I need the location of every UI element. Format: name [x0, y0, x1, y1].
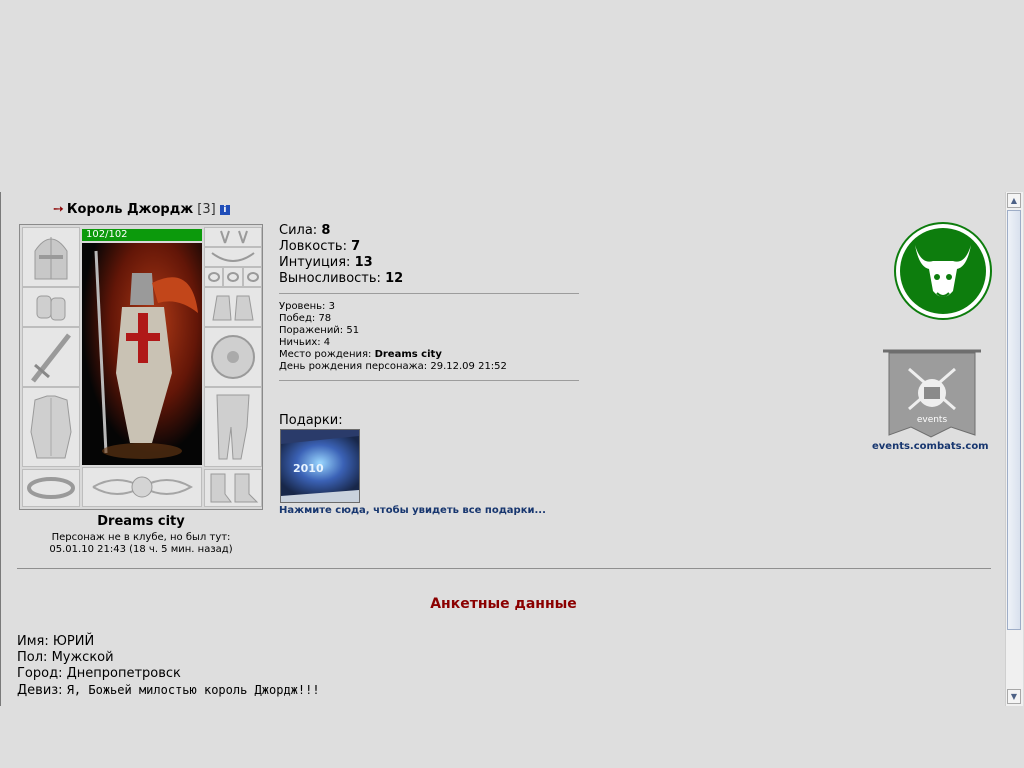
detail-draws: Ничьих: 4	[279, 337, 331, 348]
stat-intuition: Интуиция: 13	[279, 255, 373, 270]
scroll-down-icon[interactable]: ▼	[1007, 689, 1021, 704]
armor-slot[interactable]	[22, 387, 80, 467]
clan-badge[interactable]	[893, 221, 993, 321]
detail-birthplace: Место рождения: Dreams city	[279, 349, 442, 360]
stat-agility: Ловкость: 7	[279, 239, 361, 254]
helmet-slot[interactable]	[22, 227, 80, 287]
events-link[interactable]: events.combats.com	[872, 441, 989, 452]
details-block: Уровень: 3 Побед: 78 Поражений: 51 Ничьи…	[279, 301, 507, 373]
character-doll: 102/102	[19, 224, 263, 510]
greaves-slot[interactable]	[204, 387, 262, 467]
detail-losses: Поражений: 51	[279, 325, 360, 336]
boots-slot[interactable]	[204, 469, 262, 507]
character-city: Dreams city	[97, 514, 185, 529]
scrollbar-thumb[interactable]	[1007, 210, 1021, 630]
knight-portrait-image	[82, 243, 202, 465]
character-portrait	[82, 243, 202, 465]
helmet-icon	[34, 237, 68, 280]
last-seen-status: Персонаж не в клубе, но был тут: 05.01.1…	[19, 532, 263, 556]
bracer-slot[interactable]	[22, 287, 80, 327]
all-gifts-link[interactable]: Нажмите сюда, чтобы увидеть все подарки.…	[279, 505, 546, 516]
profile-section-title: Анкетные данные	[430, 596, 577, 612]
belt-icon	[27, 477, 75, 499]
detail-birthday: День рождения персонажа: 29.12.09 21:52	[279, 361, 507, 372]
scroll-up-icon[interactable]: ▲	[1007, 193, 1021, 208]
gifts-label: Подарки:	[279, 413, 343, 428]
gift-card-image: 2010	[281, 436, 359, 502]
profile-city: Город: Днепропетровск	[17, 666, 181, 681]
events-banner-icon: events	[883, 349, 981, 438]
earrings-slot[interactable]	[204, 227, 262, 247]
shield-icon	[211, 335, 255, 379]
necklace-icon	[211, 252, 255, 262]
emblem-slot	[82, 467, 202, 507]
hp-bar: 102/102	[82, 229, 202, 241]
vertical-scrollbar[interactable]: ▲ ▼	[1005, 192, 1023, 706]
character-level: [3]	[197, 202, 216, 217]
clan-bull-icon	[894, 222, 992, 320]
earrings-icon	[220, 230, 248, 244]
profile-name: Имя: ЮРИЙ	[17, 634, 95, 649]
profile-data: Имя: ЮРИЙ Пол: Мужской Город: Днепропетр…	[17, 634, 320, 699]
arrow-icon[interactable]: ➙	[53, 202, 64, 217]
boots-icon	[210, 473, 259, 503]
rings-icon	[207, 272, 220, 282]
character-name-row: ➙ Король Джордж [3] i	[53, 202, 230, 217]
gloves-slot[interactable]	[204, 287, 262, 327]
stat-endurance: Выносливость: 12	[279, 271, 404, 286]
bracer-icon	[36, 295, 66, 321]
rings-icon	[246, 272, 259, 282]
stat-strength: Сила: 8	[279, 223, 331, 238]
character-info-frame: ➙ Король Джордж [3] i 102/102 Dreams cit…	[0, 192, 1006, 706]
character-name: Король Джордж	[66, 202, 194, 217]
sword-icon	[31, 333, 71, 383]
status-line-1: Персонаж не в клубе, но был тут:	[51, 532, 231, 543]
stats-block: Сила: 8 Ловкость: 7 Интуиция: 13 Выносли…	[279, 223, 403, 287]
ring-slot-1[interactable]	[204, 267, 223, 287]
events-banner-text: events	[917, 415, 948, 425]
greaves-icon	[216, 394, 250, 460]
events-banner[interactable]: events	[881, 347, 983, 442]
weapon-slot[interactable]	[22, 327, 80, 387]
status-line-2: 05.01.10 21:43 (18 ч. 5 мин. назад)	[49, 544, 233, 555]
shield-slot[interactable]	[204, 327, 262, 387]
ring-slot-2[interactable]	[223, 267, 243, 287]
profile-motto: Девиз: Я, Божьей милостью король Джордж!…	[17, 683, 320, 698]
ring-slot-3[interactable]	[243, 267, 262, 287]
belt-slot[interactable]	[22, 469, 80, 507]
section-divider	[17, 568, 991, 569]
armor-icon	[30, 395, 72, 459]
profile-sex: Пол: Мужской	[17, 650, 114, 665]
stats-divider	[279, 293, 579, 294]
gift-year-text: 2010	[293, 462, 324, 475]
info-icon[interactable]: i	[219, 205, 230, 215]
necklace-slot[interactable]	[204, 247, 262, 267]
gloves-icon	[212, 295, 254, 321]
details-divider	[279, 380, 579, 381]
clan-emblem-icon	[92, 476, 193, 498]
detail-level: Уровень: 3	[279, 301, 335, 312]
gift-item[interactable]: 2010	[280, 429, 360, 503]
rings-icon	[227, 272, 239, 282]
detail-wins: Побед: 78	[279, 313, 332, 324]
